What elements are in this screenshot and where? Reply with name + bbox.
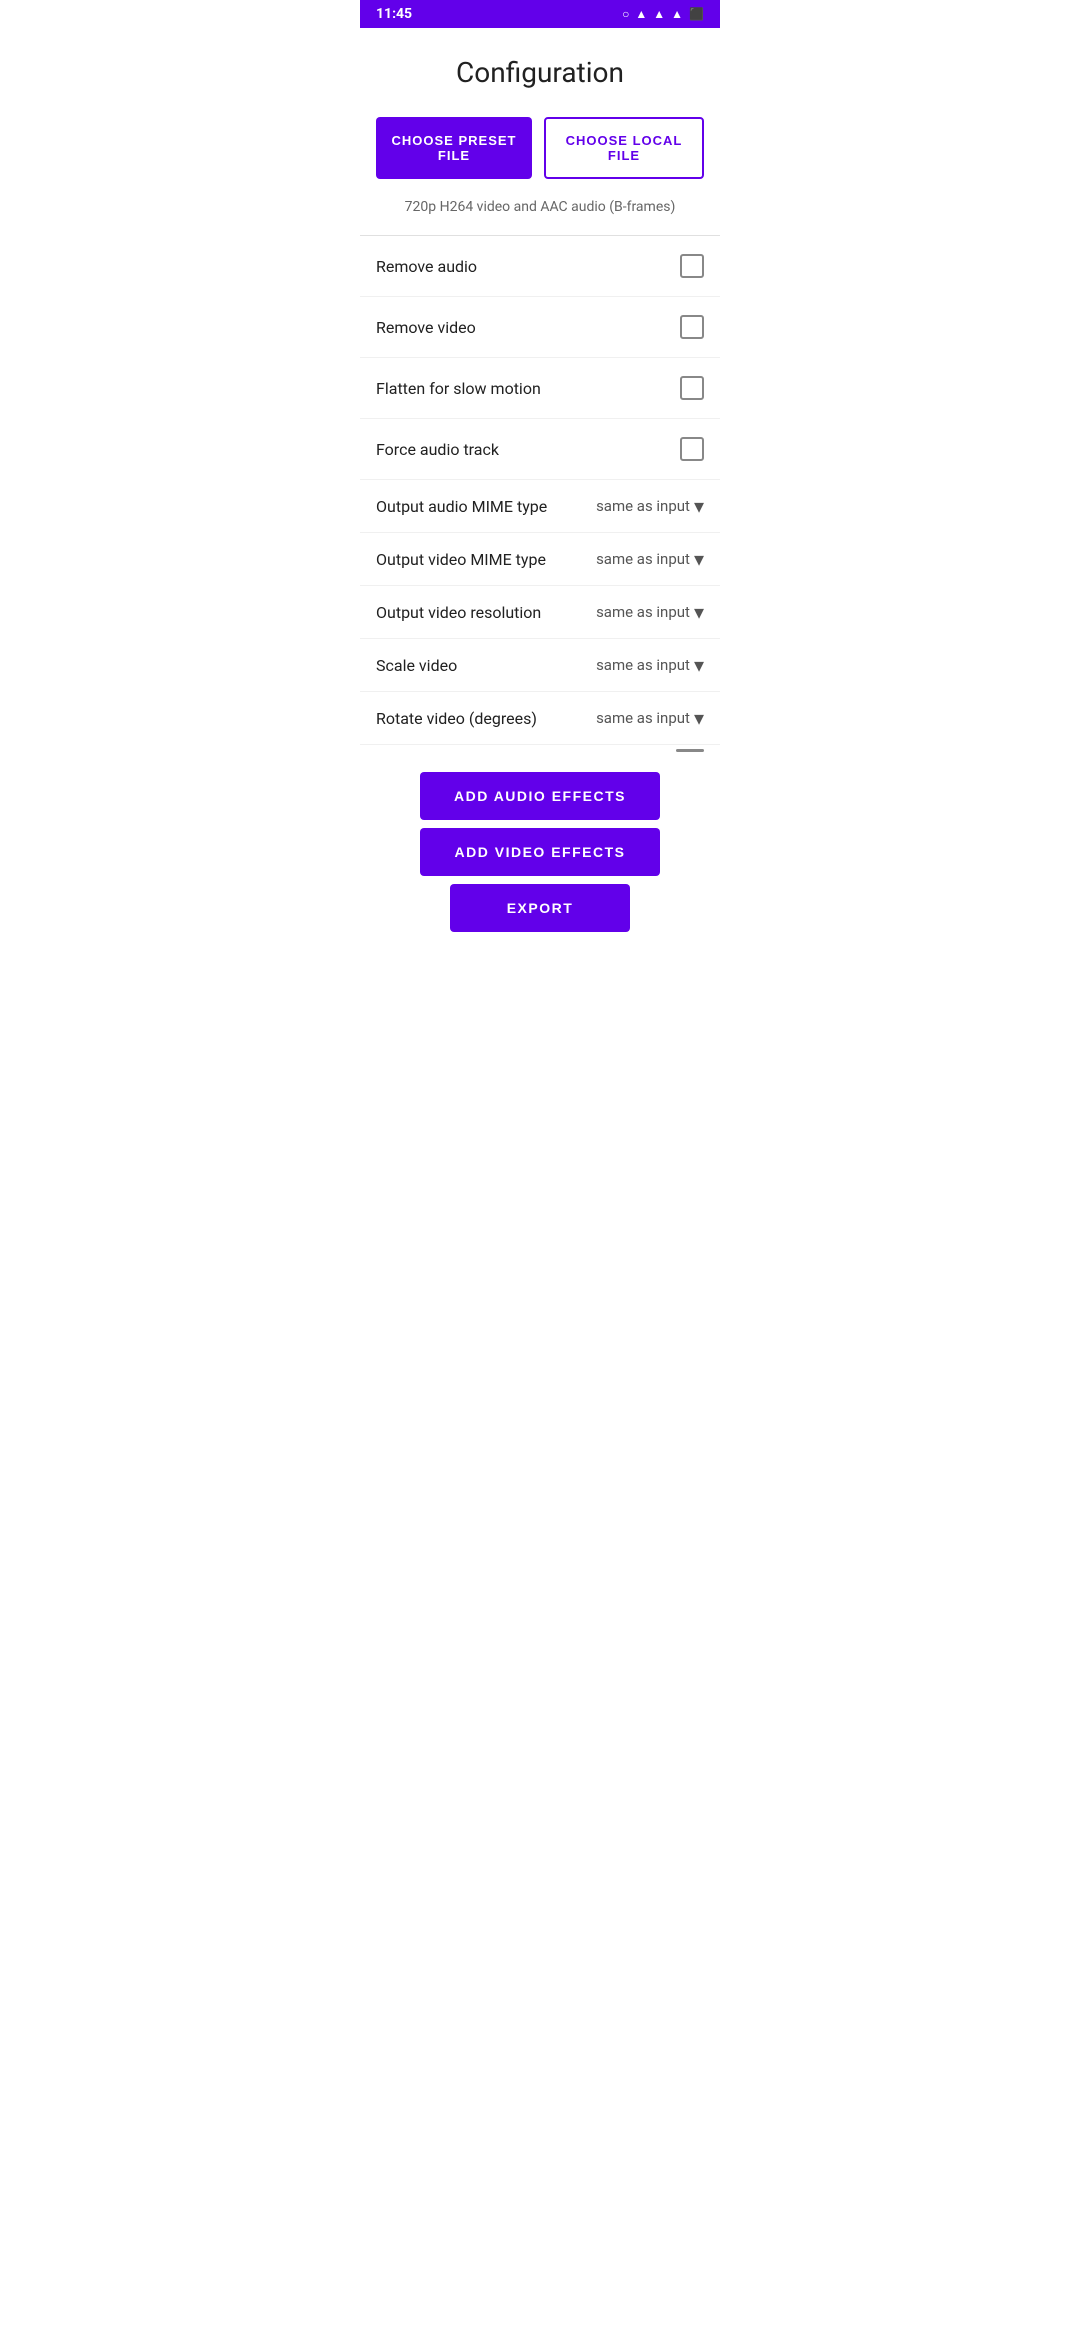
flatten-slow-motion-checkbox[interactable] <box>680 376 704 400</box>
status-time: 11:45 <box>376 6 412 22</box>
chevron-down-icon: ▾ <box>694 602 704 622</box>
scale-video-label: Scale video <box>376 656 596 675</box>
remove-audio-label: Remove audio <box>376 257 477 276</box>
page-title: Configuration <box>376 56 704 89</box>
option-remove-audio: Remove audio <box>360 236 720 297</box>
dropdown-output-video-mime: Output video MIME type same as input ▾ <box>360 533 720 586</box>
action-buttons-area: ADD AUDIO EFFECTS ADD VIDEO EFFECTS EXPO… <box>360 756 720 956</box>
choose-local-file-button[interactable]: CHOOSE LOCAL FILE <box>544 117 704 179</box>
scale-video-dropdown[interactable]: same as input ▾ <box>596 655 704 675</box>
scroll-indicator <box>360 745 720 756</box>
dropdown-options: Output audio MIME type same as input ▾ O… <box>360 480 720 745</box>
rotate-video-label: Rotate video (degrees) <box>376 709 596 728</box>
output-video-mime-dropdown[interactable]: same as input ▾ <box>596 549 704 569</box>
output-video-resolution-value: same as input <box>596 603 690 621</box>
export-button[interactable]: EXPORT <box>450 884 630 932</box>
remove-audio-checkbox[interactable] <box>680 254 704 278</box>
dropdown-output-audio-mime: Output audio MIME type same as input ▾ <box>360 480 720 533</box>
chevron-down-icon: ▾ <box>694 496 704 516</box>
wifi-icon: ▲ <box>635 7 647 21</box>
status-icons: ○ ▲ ▲ ▲ ⬛ <box>622 7 704 21</box>
dropdown-rotate-video: Rotate video (degrees) same as input ▾ <box>360 692 720 745</box>
signal-icon: ▲ <box>653 7 665 21</box>
file-button-row: CHOOSE PRESET FILE CHOOSE LOCAL FILE <box>360 105 720 191</box>
add-video-effects-button[interactable]: ADD VIDEO EFFECTS <box>420 828 660 876</box>
output-video-mime-value: same as input <box>596 550 690 568</box>
chevron-down-icon: ▾ <box>694 655 704 675</box>
remove-video-label: Remove video <box>376 318 476 337</box>
choose-preset-file-button[interactable]: CHOOSE PRESET FILE <box>376 117 532 179</box>
battery-icon: ⬛ <box>689 7 704 21</box>
remove-video-checkbox[interactable] <box>680 315 704 339</box>
output-video-mime-label: Output video MIME type <box>376 550 596 569</box>
rotate-video-dropdown[interactable]: same as input ▾ <box>596 708 704 728</box>
scroll-bar <box>676 749 704 752</box>
preset-subtitle: 720p H264 video and AAC audio (B-frames) <box>360 195 720 235</box>
scale-video-value: same as input <box>596 656 690 674</box>
dropdown-scale-video: Scale video same as input ▾ <box>360 639 720 692</box>
output-audio-mime-value: same as input <box>596 497 690 515</box>
chevron-down-icon: ▾ <box>694 549 704 569</box>
option-remove-video: Remove video <box>360 297 720 358</box>
chevron-down-icon: ▾ <box>694 708 704 728</box>
rotate-video-value: same as input <box>596 709 690 727</box>
page-title-area: Configuration <box>360 28 720 105</box>
output-video-resolution-dropdown[interactable]: same as input ▾ <box>596 602 704 622</box>
force-audio-track-label: Force audio track <box>376 440 499 459</box>
checkbox-options: Remove audio Remove video Flatten for sl… <box>360 236 720 480</box>
add-audio-effects-button[interactable]: ADD AUDIO EFFECTS <box>420 772 660 820</box>
output-audio-mime-label: Output audio MIME type <box>376 497 596 516</box>
output-audio-mime-dropdown[interactable]: same as input ▾ <box>596 496 704 516</box>
output-video-resolution-label: Output video resolution <box>376 603 596 622</box>
status-bar: 11:45 ○ ▲ ▲ ▲ ⬛ <box>360 0 720 28</box>
network-icon: ▲ <box>671 7 683 21</box>
option-flatten-slow-motion: Flatten for slow motion <box>360 358 720 419</box>
dropdown-output-video-resolution: Output video resolution same as input ▾ <box>360 586 720 639</box>
force-audio-track-checkbox[interactable] <box>680 437 704 461</box>
option-force-audio-track: Force audio track <box>360 419 720 480</box>
flatten-slow-motion-label: Flatten for slow motion <box>376 379 541 398</box>
circle-icon: ○ <box>622 7 629 21</box>
